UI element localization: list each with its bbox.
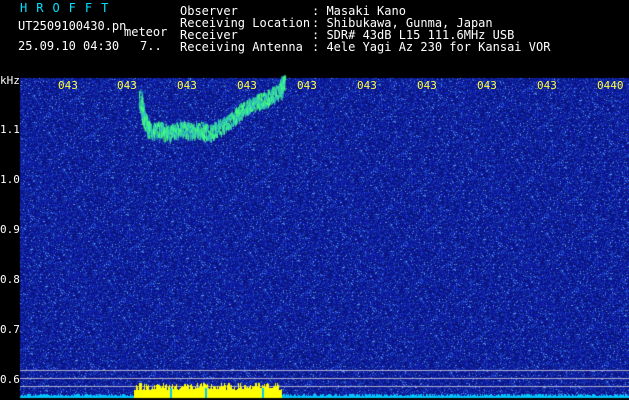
x-tick-6: 043 — [417, 79, 437, 92]
y-tick-0-8: 0.8 — [0, 273, 20, 286]
count-label: 7.. — [140, 39, 162, 53]
x-tick-2: 043 — [177, 79, 197, 92]
y-tick-0-9: 0.9 — [0, 223, 20, 236]
info-key-antenna: Receiving Antenna — [180, 40, 303, 54]
x-tick-9: 0440 — [597, 79, 624, 92]
app-logo: HROFFT — [20, 1, 118, 15]
x-tick-7: 043 — [477, 79, 497, 92]
y-tick-1-0: 1.0 — [0, 173, 20, 186]
x-tick-0: 043 — [58, 79, 78, 92]
info-value-antenna: : 4ele Yagi Az 230 for Kansai VOR — [312, 40, 551, 54]
x-tick-4: 043 — [297, 79, 317, 92]
x-tick-1: 043 — [117, 79, 137, 92]
y-axis-unit: kHz — [0, 74, 20, 87]
date-time: 25.09.10 04:30 — [18, 39, 120, 53]
x-tick-3: 043 — [237, 79, 257, 92]
spectrogram — [0, 0, 629, 400]
x-tick-8: 043 — [537, 79, 557, 92]
x-tick-5: 043 — [357, 79, 377, 92]
file-name: UT2509100430.pn — [18, 19, 127, 33]
y-tick-0-7: 0.7 — [0, 323, 20, 336]
mode-label: meteor — [124, 25, 168, 39]
y-tick-1-1: 1.1 — [0, 123, 20, 136]
hrofft-window: HROFFT UT2509100430.pn meteor 25.09.10 0… — [0, 0, 629, 400]
y-tick-0-6: 0.6 — [0, 373, 20, 386]
